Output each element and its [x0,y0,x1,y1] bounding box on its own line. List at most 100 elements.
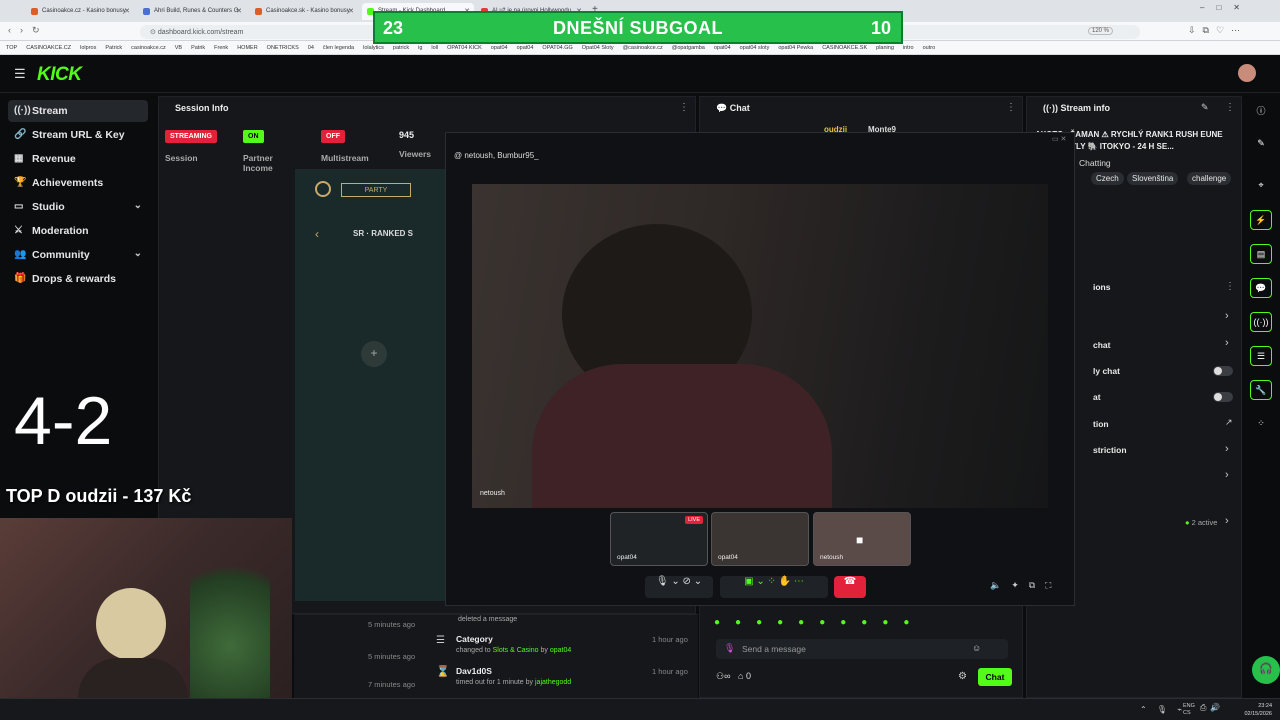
bookmark-item[interactable]: CASINOAKCE.SK [822,45,867,51]
browser-toolbar-icons[interactable]: ⇩⧉♡⋯ [1188,25,1247,36]
setting-row[interactable]: striction [1093,445,1127,455]
tray-status-icons[interactable]: ⎙🔊 [1200,703,1224,713]
thumbnail-screen[interactable]: LIVE opat04 [610,512,708,566]
chat-icon[interactable]: 💬 [1250,278,1272,298]
bookmark-item[interactable]: ig [418,45,422,51]
sidebar-item-achievements[interactable]: 🏆 Achievements [8,172,148,194]
sidebar-item-drops[interactable]: 🎁 Drops & rewards [8,268,148,290]
bookmark-item[interactable]: intro [903,45,914,51]
bookmark-item[interactable]: opat04 [491,45,508,51]
bookmark-item[interactable]: člen legenda [323,45,354,51]
sidebar-item-moderation[interactable]: ⚔ Moderation [8,220,148,242]
bookmark-item[interactable]: planing [876,45,894,51]
chevron-right-icon[interactable]: › [1225,469,1229,481]
sidebar-item-community[interactable]: 👥 Community ⌄ [8,244,148,266]
bookmark-item[interactable]: opat04 Pewka [778,45,813,51]
bookmark-item[interactable]: ONETRICKS [267,45,299,51]
external-link-icon[interactable]: ↗ [1225,417,1233,428]
bookmark-item[interactable]: opat04 [517,45,534,51]
stream-category[interactable]: Chatting [1079,158,1111,168]
menu-icon[interactable]: ☰ [14,66,26,82]
add-icon[interactable]: + [361,341,387,367]
tag[interactable]: challenge [1187,172,1232,185]
edit-icon[interactable]: ✎ [1201,102,1209,113]
more-icon[interactable]: ⋮ [1006,102,1016,113]
avatar[interactable] [1238,64,1256,82]
bookmark-item[interactable]: Patrik [191,45,205,51]
broadcast-icon[interactable]: ((·)) [1250,312,1272,332]
mic-controls[interactable]: 🎙 ⌄ ⊘ ⌄ [645,576,713,598]
thumbnail-participant[interactable]: ■ netoush [813,512,911,566]
close-tab-icon[interactable]: ✕ [236,7,242,15]
emote-icon[interactable]: ☺ [972,643,981,653]
window-controls[interactable]: ▭ ✕ [1052,135,1066,143]
nav-buttons-icon[interactable]: ‹›↻ [8,25,49,36]
call-controls[interactable]: ▣ ⌄ ⁘ ✋ ⋯ [720,576,828,598]
wrench-icon[interactable]: 🔧 [1250,380,1272,400]
tag[interactable]: Slovenština [1127,172,1179,185]
chevron-right-icon[interactable]: › [1225,310,1229,322]
setting-row[interactable]: chat [1093,340,1110,350]
edit-icon[interactable]: ✎ [1250,134,1272,154]
chevron-right-icon[interactable]: › [1225,515,1229,527]
chevron-right-icon[interactable]: › [1225,337,1229,349]
more-icon[interactable]: ⋮ [1225,102,1235,113]
settings-icon[interactable]: ⚙ [958,671,967,682]
overlay-tools-icons[interactable]: 🔈✦⧉⛶ [990,580,1061,591]
support-icon[interactable]: 🎧 [1252,656,1280,684]
bookmark-item[interactable]: CASINOAKCE.CZ [26,45,71,51]
thumbnail-participant[interactable]: opat04 [711,512,809,566]
bookmark-item[interactable]: outro [923,45,936,51]
mic-icon[interactable]: 🎙 [724,643,735,654]
browser-tab[interactable]: Casinoakce.cz - Kasino bonusy ✕ [26,3,134,20]
chat-input[interactable]: 🎙 Send a message ☺ [716,639,1008,659]
info-icon[interactable]: ⓘ [1250,100,1272,120]
browser-tab[interactable]: Casinoakce.sk - Kasino bonusy ✕ [250,3,358,20]
sidebar-item-studio[interactable]: ▭ Studio ⌄ [8,196,148,218]
keyboard-lang[interactable]: ENG CS [1183,703,1195,717]
bookmark-item[interactable]: Patrick [105,45,122,51]
toggle[interactable] [1213,392,1233,402]
zoom-level[interactable]: 120 % [1088,27,1114,35]
bookmark-item[interactable]: opat04 [714,45,731,51]
bookmark-item[interactable]: 04 [308,45,314,51]
clock[interactable]: 23:24 02/15/2026 [1238,702,1272,718]
bookmark-item[interactable]: patrick [393,45,409,51]
send-chat-button[interactable]: Chat [978,668,1012,686]
setting-row[interactable]: tion [1093,419,1109,429]
bookmark-item[interactable]: opat04 sloty [740,45,770,51]
chevron-right-icon[interactable]: › [1225,443,1229,455]
toggle[interactable] [1213,366,1233,376]
doc-icon[interactable]: ▤ [1250,244,1272,264]
timeout-user[interactable]: Dav1d0S [456,666,492,676]
emote-bar[interactable]: ●●●●●●●●●● [714,617,924,628]
bolt-icon[interactable]: ⚡ [1250,210,1272,230]
window-controls[interactable]: –□✕ [1200,3,1252,12]
bookmark-item[interactable]: lolalytics [363,45,384,51]
sidebar-item-stream-url[interactable]: 🔗 Stream URL & Key [8,124,148,146]
bookmark-item[interactable]: lolpros [80,45,96,51]
bookmark-item[interactable]: Opat04 Sloty [582,45,614,51]
list-icon[interactable]: ☰ [1250,346,1272,366]
bookmark-item[interactable]: VB [175,45,182,51]
close-tab-icon[interactable]: ✕ [348,7,354,15]
scan-icon[interactable]: ⌖ [1250,176,1272,196]
kick-logo[interactable]: KICK [37,64,82,86]
close-tab-icon[interactable]: ✕ [124,7,130,15]
sidebar-item-stream[interactable]: ((·)) Stream [8,100,148,122]
more-icon[interactable]: ⋮ [1225,281,1235,292]
more-icon[interactable]: ⋮ [679,102,689,113]
tray-icons[interactable]: ⌃ 🎙 ⌁ [1140,705,1186,714]
tag[interactable]: Czech [1091,172,1124,185]
hang-up-button[interactable]: ☎ [834,576,866,598]
browser-tab[interactable]: Ahri Build, Runes & Counters G ✕ [138,3,246,20]
bookmark-item[interactable]: OPAT04 KICK [447,45,482,51]
bookmark-item[interactable]: TOP [6,45,17,51]
bookmark-item[interactable]: @opatgamba [672,45,705,51]
bookmark-item[interactable]: @casinoakce.cz [623,45,663,51]
bookmark-item[interactable]: Frenk [214,45,228,51]
sidebar-item-revenue[interactable]: ▦ Revenue [8,148,148,170]
more-apps-icon[interactable]: ⁘ [1250,414,1272,434]
bookmark-item[interactable]: OPAT04.GG [542,45,572,51]
bookmark-item[interactable]: HOMER [237,45,257,51]
